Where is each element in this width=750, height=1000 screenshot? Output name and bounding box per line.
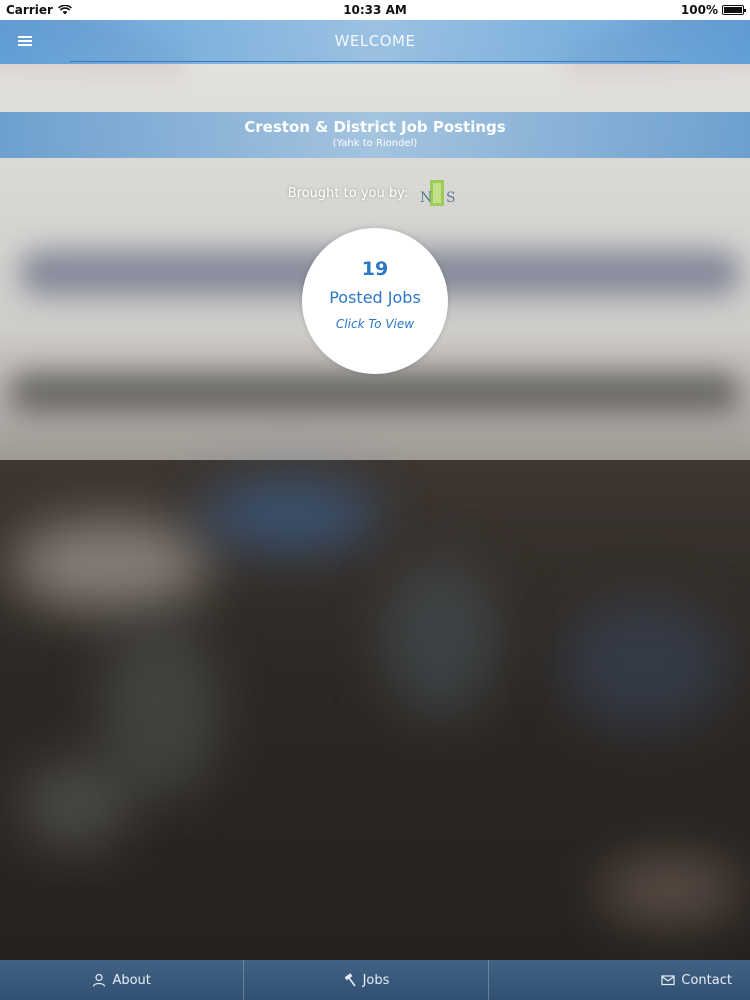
tab-label: Jobs (362, 972, 390, 988)
nav-bar: WELCOME (0, 20, 750, 64)
tab-label: Contact (681, 972, 732, 988)
person-icon (92, 973, 106, 987)
sponsor-label: Brought to you by: (287, 185, 409, 201)
page-title: WELCOME (334, 32, 416, 50)
wifi-icon (57, 5, 72, 15)
carrier-label: Carrier (6, 3, 53, 17)
hammer-icon (343, 973, 357, 987)
sponsor-logo-icon[interactable]: N S (416, 176, 462, 210)
jobs-count: 19 (361, 258, 389, 280)
envelope-icon (661, 973, 676, 987)
sponsor-row: Brought to you by: N S (0, 176, 750, 210)
jobs-label: Posted Jobs (329, 288, 421, 307)
posted-jobs-button[interactable]: 19 Posted Jobs Click To View (302, 228, 448, 374)
svg-text:S: S (446, 190, 456, 206)
tab-label: About (112, 972, 151, 988)
tab-contact[interactable]: Contact (489, 960, 750, 1000)
battery-percent: 100% (680, 3, 718, 17)
battery-icon (722, 5, 746, 15)
banner-title: Creston & District Job Postings (244, 118, 506, 136)
tab-about[interactable]: About (0, 960, 245, 1000)
banner-subtitle: (Yahk to Riondel) (332, 138, 418, 149)
tab-bar: About Jobs Contact (0, 960, 750, 1000)
status-time: 10:33 AM (343, 3, 407, 17)
svg-text:N: N (420, 190, 432, 206)
jobs-action-label: Click To View (335, 317, 415, 331)
status-bar: Carrier 10:33 AM 100% (0, 0, 750, 20)
tab-jobs[interactable]: Jobs (244, 960, 489, 1000)
title-banner: Creston & District Job Postings (Yahk to… (0, 112, 750, 158)
